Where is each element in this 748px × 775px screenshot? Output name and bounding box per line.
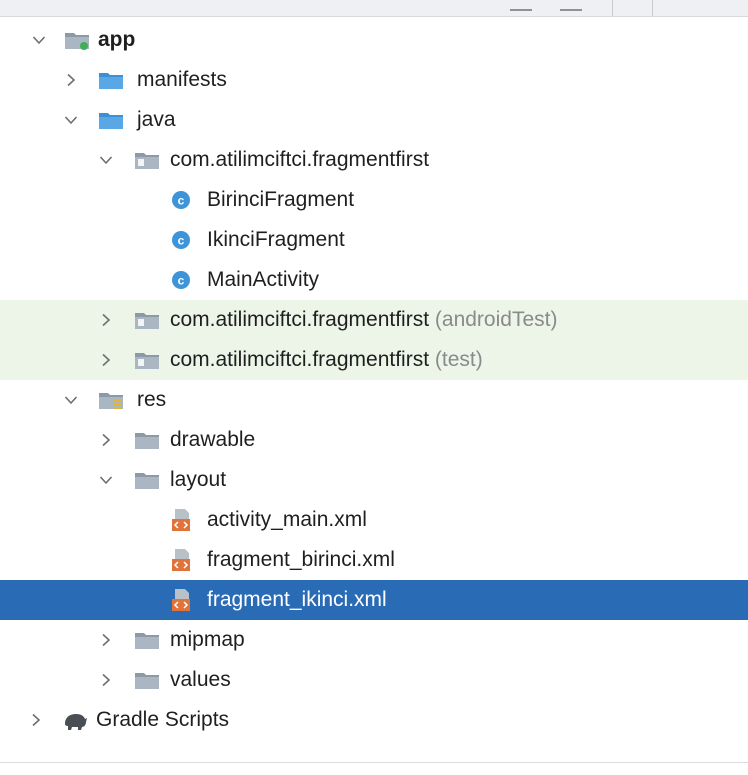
folder-icon: [134, 629, 160, 651]
tree-node-label: IkinciFragment: [207, 228, 345, 251]
folder-icon: [98, 109, 124, 131]
chevron-down-icon[interactable]: [97, 140, 115, 180]
tree-node-label: fragment_ikinci.xml: [207, 588, 387, 611]
tree-node-layout[interactable]: layout: [0, 460, 748, 500]
class-icon: [168, 189, 194, 211]
chevron-right-icon[interactable]: [97, 620, 115, 660]
layout-xml-icon: [168, 509, 194, 531]
package-name: com.atilimciftci.fragmentfirst: [170, 308, 430, 331]
toolbar-separator: [652, 0, 653, 16]
tree-node-label: values: [170, 668, 231, 691]
tree-node-activity-main-xml[interactable]: activity_main.xml: [0, 500, 748, 540]
tree-node-mipmap[interactable]: mipmap: [0, 620, 748, 660]
tree-node-label: activity_main.xml: [207, 508, 367, 531]
chevron-right-icon[interactable]: [97, 660, 115, 700]
tree-node-ikinci-fragment[interactable]: IkinciFragment: [0, 220, 748, 260]
tree-node-main-activity[interactable]: MainActivity: [0, 260, 748, 300]
class-icon: [168, 269, 194, 291]
resources-folder-icon: [98, 389, 124, 411]
package-icon: [134, 349, 160, 371]
toolbar-strip: [0, 0, 748, 17]
tree-node-label: Gradle Scripts: [96, 708, 230, 731]
tree-node-res[interactable]: res: [0, 380, 748, 420]
folder-icon: [134, 429, 160, 451]
project-tree: app manifests java com.atilimciftci.frag…: [0, 20, 748, 740]
folder-icon: [134, 469, 160, 491]
tree-node-label: com.atilimciftci.fragmentfirst: [170, 148, 430, 171]
tree-node-package-main[interactable]: com.atilimciftci.fragmentfirst: [0, 140, 748, 180]
module-folder-icon: [64, 29, 90, 51]
tree-node-label: drawable: [170, 428, 256, 451]
tree-node-values[interactable]: values: [0, 660, 748, 700]
chevron-down-icon[interactable]: [30, 20, 48, 60]
toolbar-fragment: [510, 3, 532, 11]
tree-node-label: fragment_birinci.xml: [207, 548, 395, 571]
tree-node-label: manifests: [137, 68, 227, 91]
tree-node-app[interactable]: app: [0, 20, 748, 60]
tree-node-label: mipmap: [170, 628, 245, 651]
tree-node-label: com.atilimciftci.fragmentfirst (androidT…: [170, 300, 557, 340]
chevron-down-icon[interactable]: [62, 380, 80, 420]
chevron-down-icon[interactable]: [62, 100, 80, 140]
tree-node-drawable[interactable]: drawable: [0, 420, 748, 460]
panel-bottom-border: [0, 762, 748, 763]
tree-node-fragment-ikinci-xml[interactable]: fragment_ikinci.xml: [0, 580, 748, 620]
class-icon: [168, 229, 194, 251]
tree-node-label: BirinciFragment: [207, 188, 355, 211]
tree-node-fragment-birinci-xml[interactable]: fragment_birinci.xml: [0, 540, 748, 580]
tree-node-package-android-test[interactable]: com.atilimciftci.fragmentfirst (androidT…: [0, 300, 748, 340]
tree-node-birinci-fragment[interactable]: BirinciFragment: [0, 180, 748, 220]
tree-node-label: app: [98, 28, 136, 51]
toolbar-fragment: [560, 3, 582, 11]
package-icon: [134, 309, 160, 331]
tree-node-label: MainActivity: [207, 268, 320, 291]
folder-icon: [134, 669, 160, 691]
package-name: com.atilimciftci.fragmentfirst: [170, 348, 430, 371]
chevron-right-icon[interactable]: [27, 700, 45, 740]
tree-node-package-test[interactable]: com.atilimciftci.fragmentfirst (test): [0, 340, 748, 380]
toolbar-separator: [612, 0, 613, 16]
layout-xml-icon: [168, 549, 194, 571]
tree-node-label: java: [137, 108, 176, 131]
package-icon: [134, 149, 160, 171]
tree-node-manifests[interactable]: manifests: [0, 60, 748, 100]
tree-node-java[interactable]: java: [0, 100, 748, 140]
source-set-suffix: (test): [434, 348, 483, 371]
source-set-suffix: (androidTest): [434, 308, 558, 331]
chevron-right-icon[interactable]: [62, 60, 80, 100]
chevron-right-icon[interactable]: [97, 420, 115, 460]
tree-node-gradle-scripts[interactable]: Gradle Scripts: [0, 700, 748, 740]
chevron-right-icon[interactable]: [97, 340, 115, 380]
tree-node-label: layout: [170, 468, 227, 491]
chevron-down-icon[interactable]: [97, 460, 115, 500]
folder-icon: [98, 69, 124, 91]
chevron-right-icon[interactable]: [97, 300, 115, 340]
gradle-elephant-icon: [62, 709, 88, 731]
layout-xml-icon: [168, 589, 194, 611]
tree-node-label: res: [137, 388, 167, 411]
tree-node-label: com.atilimciftci.fragmentfirst (test): [170, 340, 483, 380]
